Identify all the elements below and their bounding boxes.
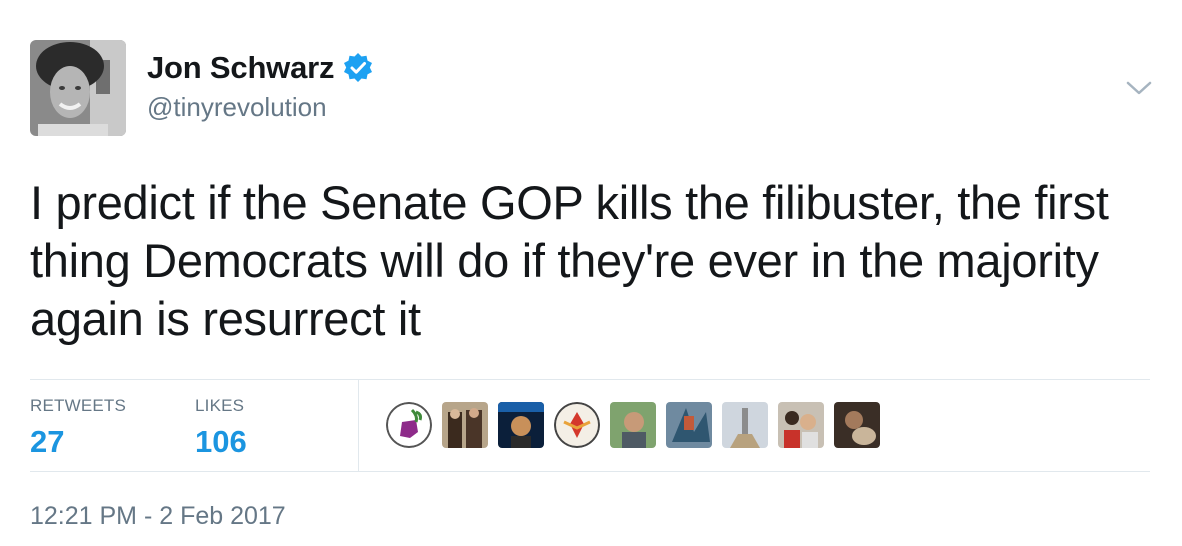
liker-avatar[interactable] xyxy=(610,402,656,448)
likes-label: LIKES xyxy=(195,396,245,415)
author-avatar[interactable] xyxy=(30,40,126,136)
tweet-text: I predict if the Senate GOP kills the fi… xyxy=(30,176,1109,345)
divider xyxy=(358,380,359,471)
divider xyxy=(30,471,1150,472)
liker-avatar[interactable] xyxy=(386,402,432,448)
chevron-down-icon[interactable] xyxy=(1125,78,1153,98)
author-handle[interactable]: @tinyrevolution xyxy=(147,92,327,123)
divider xyxy=(30,379,1150,380)
verified-badge-icon xyxy=(342,52,374,84)
author-name-row[interactable]: Jon Schwarz xyxy=(147,48,374,88)
liker-avatars xyxy=(386,402,890,448)
liker-avatar[interactable] xyxy=(554,402,600,448)
liker-avatar[interactable] xyxy=(666,402,712,448)
liker-avatar[interactable] xyxy=(722,402,768,448)
liker-avatar[interactable] xyxy=(442,402,488,448)
tweet-card: Jon Schwarz @tinyrevolution I predict if… xyxy=(0,0,1182,546)
retweets-label: RETWEETS xyxy=(30,396,127,415)
likes-count[interactable]: 106 xyxy=(195,424,247,460)
retweets-stat[interactable]: RETWEETS 27 xyxy=(30,396,126,460)
author-display-name[interactable]: Jon Schwarz xyxy=(147,50,334,86)
likes-stat[interactable]: LIKES 106 xyxy=(195,396,247,460)
liker-avatar[interactable] xyxy=(498,402,544,448)
liker-avatar[interactable] xyxy=(778,402,824,448)
liker-avatar[interactable] xyxy=(834,402,880,448)
tweet-timestamp[interactable]: 12:21 PM - 2 Feb 2017 xyxy=(30,502,286,531)
retweets-count[interactable]: 27 xyxy=(30,424,126,460)
